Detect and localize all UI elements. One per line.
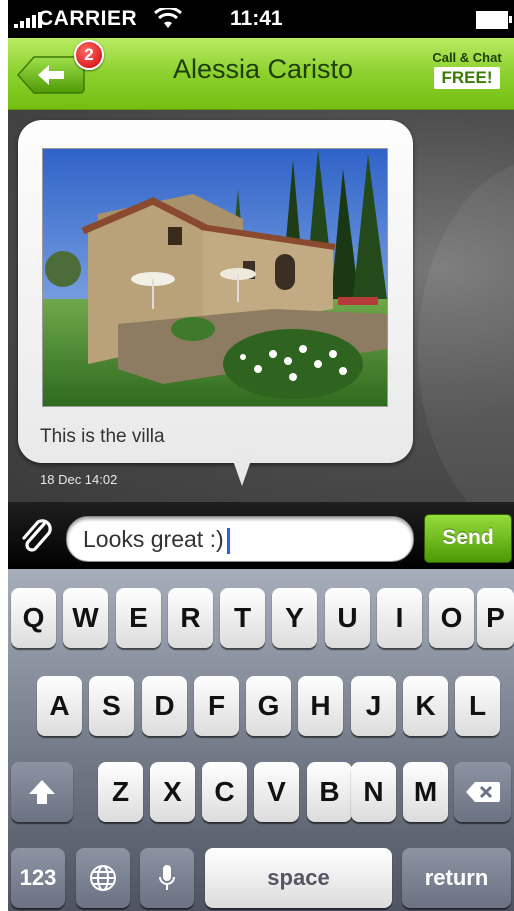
unread-badge: 2 (74, 40, 104, 70)
key-w[interactable]: W (63, 588, 108, 648)
key-t[interactable]: T (220, 588, 265, 648)
key-c[interactable]: C (202, 762, 247, 822)
attachment-paperclip-icon[interactable] (18, 518, 54, 559)
key-m[interactable]: M (403, 762, 448, 822)
key-e[interactable]: E (116, 588, 161, 648)
onscreen-keyboard: Q W E R T Y U I O P A S D F G H J K L Z … (8, 569, 514, 911)
phone-screen: CARRIER 11:41 2 Alessia Caristo Call & C… (8, 0, 514, 911)
status-bar: CARRIER 11:41 (8, 0, 514, 38)
key-q[interactable]: Q (11, 588, 56, 648)
message-bubble[interactable]: This is the villa (18, 120, 413, 463)
carrier-name: CARRIER (38, 7, 138, 30)
globe-key[interactable] (76, 848, 130, 908)
message-timestamp: 18 Dec 14:02 (40, 472, 118, 487)
status-time: 11:41 (230, 7, 283, 30)
space-key[interactable]: space (205, 848, 392, 908)
key-o[interactable]: O (429, 588, 474, 648)
battery-icon (476, 11, 512, 29)
key-u[interactable]: U (325, 588, 370, 648)
message-photo[interactable] (42, 148, 388, 407)
message-text: This is the villa (40, 426, 165, 447)
key-f[interactable]: F (194, 676, 239, 736)
key-r[interactable]: R (168, 588, 213, 648)
conversation-header: 2 Alessia Caristo Call & Chat FREE! (8, 38, 514, 110)
shift-arrow-icon (29, 780, 55, 804)
wifi-icon (153, 6, 183, 36)
call-chat-label: Call & Chat (432, 50, 502, 65)
chat-area[interactable]: This is the villa 18 Dec 14:02 (8, 110, 514, 502)
dictation-key[interactable] (140, 848, 194, 908)
numbers-key[interactable]: 123 (11, 848, 65, 908)
key-s[interactable]: S (89, 676, 134, 736)
backspace-icon (465, 782, 500, 802)
key-j[interactable]: J (351, 676, 396, 736)
background-decoration (418, 160, 514, 502)
key-l[interactable]: L (455, 676, 500, 736)
shift-key[interactable] (11, 762, 73, 822)
composer-bar: Looks great :) Send (8, 502, 514, 569)
key-v[interactable]: V (254, 762, 299, 822)
key-k[interactable]: K (403, 676, 448, 736)
key-b[interactable]: B (307, 762, 352, 822)
contact-name: Alessia Caristo (172, 54, 354, 84)
free-label: FREE! (434, 67, 500, 89)
key-x[interactable]: X (150, 762, 195, 822)
call-chat-free-button[interactable]: Call & Chat FREE! (424, 50, 510, 89)
bubble-tail (230, 452, 254, 486)
key-g[interactable]: G (246, 676, 291, 736)
return-key[interactable]: return (402, 848, 511, 908)
key-a[interactable]: A (37, 676, 82, 736)
key-d[interactable]: D (142, 676, 187, 736)
message-input[interactable]: Looks great :) (66, 516, 414, 562)
key-n[interactable]: N (351, 762, 396, 822)
message-input-value: Looks great :) (83, 526, 224, 552)
microphone-icon (159, 865, 175, 890)
key-y[interactable]: Y (272, 588, 317, 648)
globe-icon (90, 865, 116, 891)
key-z[interactable]: Z (98, 762, 143, 822)
key-h[interactable]: H (298, 676, 343, 736)
text-cursor (226, 527, 230, 554)
key-i[interactable]: I (377, 588, 422, 648)
key-p[interactable]: P (477, 588, 514, 648)
send-button[interactable]: Send (424, 514, 512, 563)
delete-key[interactable] (454, 762, 511, 822)
